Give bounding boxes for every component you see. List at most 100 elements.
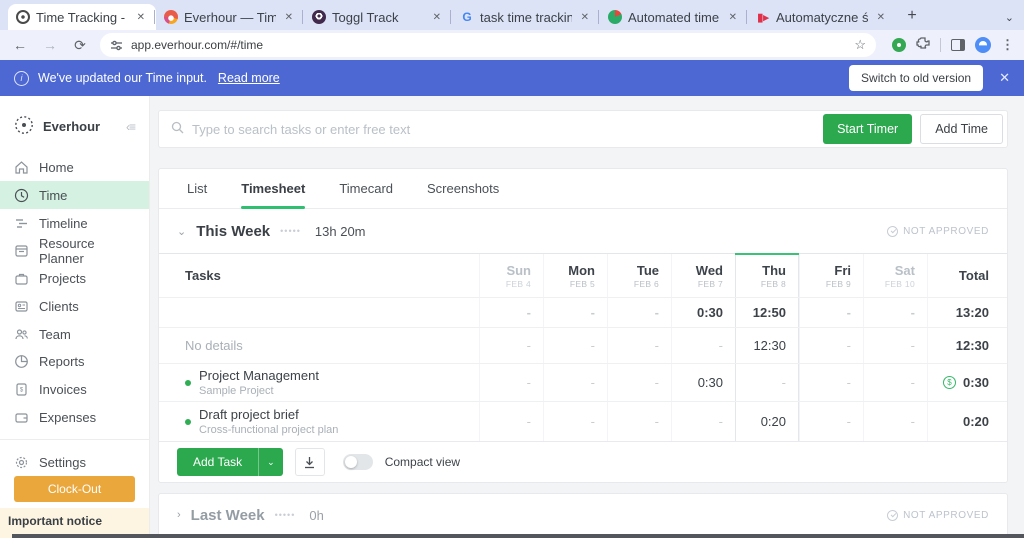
sidebar-item-projects[interactable]: Projects — [0, 265, 149, 293]
browser-tab-toggl[interactable]: Toggl Track ✕ — [304, 4, 452, 30]
tab-close-icon[interactable]: ✕ — [430, 11, 444, 24]
time-cell[interactable]: 0:30 — [671, 364, 735, 401]
time-cell[interactable]: - — [543, 328, 607, 363]
sidebar-item-resource-planner[interactable]: Resource Planner — [0, 237, 149, 265]
sidebar-item-expenses[interactable]: Expenses — [0, 404, 149, 432]
day-header-sat[interactable]: SatFEB 10 — [863, 254, 927, 297]
browser-tab-tracker[interactable]: Automated time tracker s ✕ — [600, 4, 748, 30]
day-header-sun[interactable]: SunFEB 4 — [479, 254, 543, 297]
time-cell[interactable]: - — [863, 298, 927, 327]
time-cell[interactable]: - — [543, 364, 607, 401]
browser-tab-everhour-app[interactable]: Time Tracking - Everhour ✕ — [8, 4, 156, 30]
last-week-menu-icon[interactable]: ••••• — [275, 510, 296, 520]
time-cell[interactable]: - — [607, 402, 671, 441]
time-cell[interactable]: - — [479, 364, 543, 401]
switch-old-version-button[interactable]: Switch to old version — [849, 65, 983, 91]
site-settings-icon[interactable] — [110, 39, 123, 52]
week-menu-icon[interactable]: ••••• — [280, 226, 301, 236]
browser-tab-timecamp[interactable]: ▮▸ Automatyczne śledzenie ✕ — [748, 4, 896, 30]
time-cell[interactable]: - — [863, 364, 927, 401]
sidebar-item-invoices[interactable]: $ Invoices — [0, 376, 149, 404]
time-cell[interactable]: - — [543, 402, 607, 441]
table-row-project-management[interactable]: Project Management Sample Project - - - … — [159, 364, 1007, 402]
tab-close-icon[interactable]: ✕ — [578, 11, 592, 24]
compact-view-toggle[interactable] — [343, 454, 373, 470]
sidebar-item-reports[interactable]: Reports — [0, 348, 149, 376]
browser-tab-search[interactable]: G task time tracking – Szuk ✕ — [452, 4, 600, 30]
time-cell[interactable]: 0:20 — [735, 402, 799, 441]
add-task-caret-icon[interactable]: ⌄ — [258, 448, 283, 476]
sidebar-item-clients[interactable]: Clients — [0, 293, 149, 321]
table-footer: Add Task ⌄ Compact view — [159, 442, 1007, 482]
day-header-wed[interactable]: WedFEB 7 — [671, 254, 735, 297]
sidebar-item-time[interactable]: Time — [0, 181, 149, 209]
time-cell[interactable]: - — [607, 364, 671, 401]
time-cell[interactable]: - — [799, 298, 863, 327]
browser-menu-icon[interactable]: ⋮ — [1001, 37, 1014, 53]
time-cell[interactable]: - — [479, 298, 543, 327]
row-title[interactable]: Draft project brief — [199, 407, 338, 422]
url-text[interactable]: app.everhour.com/#/time — [131, 38, 846, 52]
browser-tab-everhour-site[interactable]: Everhour — Time Tracking ✕ — [156, 4, 304, 30]
table-row-no-details[interactable]: No details - - - - 12:30 - - 12:30 — [159, 328, 1007, 364]
chevron-down-icon[interactable]: ⌄ — [177, 225, 186, 238]
tab-close-icon[interactable]: ✕ — [282, 11, 296, 24]
time-cell[interactable]: - — [607, 328, 671, 363]
time-cell[interactable]: - — [863, 328, 927, 363]
tab-close-icon[interactable]: ✕ — [134, 11, 148, 24]
time-cell[interactable]: - — [671, 328, 735, 363]
tab-close-icon[interactable]: ✕ — [874, 11, 888, 24]
row-title[interactable]: Project Management — [199, 368, 319, 383]
sidebar-collapse-icon[interactable]: ‹≡ — [126, 120, 135, 134]
profile-avatar[interactable] — [975, 37, 991, 53]
back-icon[interactable]: ← — [10, 37, 30, 53]
search-input[interactable] — [192, 122, 823, 137]
chevron-right-icon[interactable]: › — [177, 509, 181, 521]
tab-screenshots[interactable]: Screenshots — [427, 169, 499, 208]
time-cell[interactable]: - — [799, 364, 863, 401]
sidebar-item-settings[interactable]: Settings — [0, 448, 149, 476]
tab-timesheet[interactable]: Timesheet — [241, 169, 305, 208]
forward-icon[interactable]: → — [40, 37, 60, 53]
reload-icon[interactable]: ⟳ — [70, 37, 90, 54]
table-row-draft-project-brief[interactable]: Draft project brief Cross-functional pro… — [159, 402, 1007, 442]
last-week-total: 0h — [309, 508, 323, 523]
day-header-tue[interactable]: TueFEB 6 — [607, 254, 671, 297]
banner-close-icon[interactable]: ✕ — [999, 70, 1010, 86]
time-cell[interactable]: - — [479, 402, 543, 441]
address-bar[interactable]: app.everhour.com/#/time ☆ — [100, 33, 876, 57]
time-cell[interactable]: 12:50 — [735, 298, 799, 327]
day-header-thu-today[interactable]: ThuFEB 8 — [735, 254, 799, 297]
time-cell[interactable]: 0:30 — [671, 298, 735, 327]
new-tab-button[interactable]: + — [900, 4, 924, 28]
sidebar-item-timeline[interactable]: Timeline — [0, 209, 149, 237]
time-cell[interactable]: - — [479, 328, 543, 363]
time-cell[interactable]: - — [735, 364, 799, 401]
day-header-fri[interactable]: FriFEB 9 — [799, 254, 863, 297]
tab-search-caret-icon[interactable]: ⌄ — [1005, 11, 1014, 24]
time-cell[interactable]: 12:30 — [735, 328, 799, 363]
time-cell[interactable]: - — [543, 298, 607, 327]
time-cell[interactable]: - — [607, 298, 671, 327]
time-cell[interactable]: - — [671, 402, 735, 441]
read-more-link[interactable]: Read more — [218, 71, 280, 85]
side-panel-icon[interactable] — [951, 39, 965, 51]
timer-extension-icon[interactable] — [892, 38, 906, 52]
extensions-puzzle-icon[interactable] — [916, 37, 930, 54]
tab-close-icon[interactable]: ✕ — [726, 11, 740, 24]
clock-out-button[interactable]: Clock-Out — [14, 476, 135, 502]
last-week-card[interactable]: › Last Week ••••• 0h NOT APPROVED — [158, 493, 1008, 537]
time-cell[interactable]: - — [863, 402, 927, 441]
tab-timecard[interactable]: Timecard — [339, 169, 393, 208]
sidebar-item-home[interactable]: Home — [0, 154, 149, 182]
time-cell[interactable]: - — [799, 328, 863, 363]
export-button[interactable] — [295, 448, 325, 476]
sidebar-item-team[interactable]: Team — [0, 320, 149, 348]
add-task-button[interactable]: Add Task — [177, 448, 258, 476]
day-header-mon[interactable]: MonFEB 5 — [543, 254, 607, 297]
tab-list[interactable]: List — [187, 169, 207, 208]
start-timer-button[interactable]: Start Timer — [823, 114, 912, 144]
bookmark-star-icon[interactable]: ☆ — [854, 37, 866, 53]
time-cell[interactable]: - — [799, 402, 863, 441]
add-time-button[interactable]: Add Time — [920, 114, 1003, 144]
